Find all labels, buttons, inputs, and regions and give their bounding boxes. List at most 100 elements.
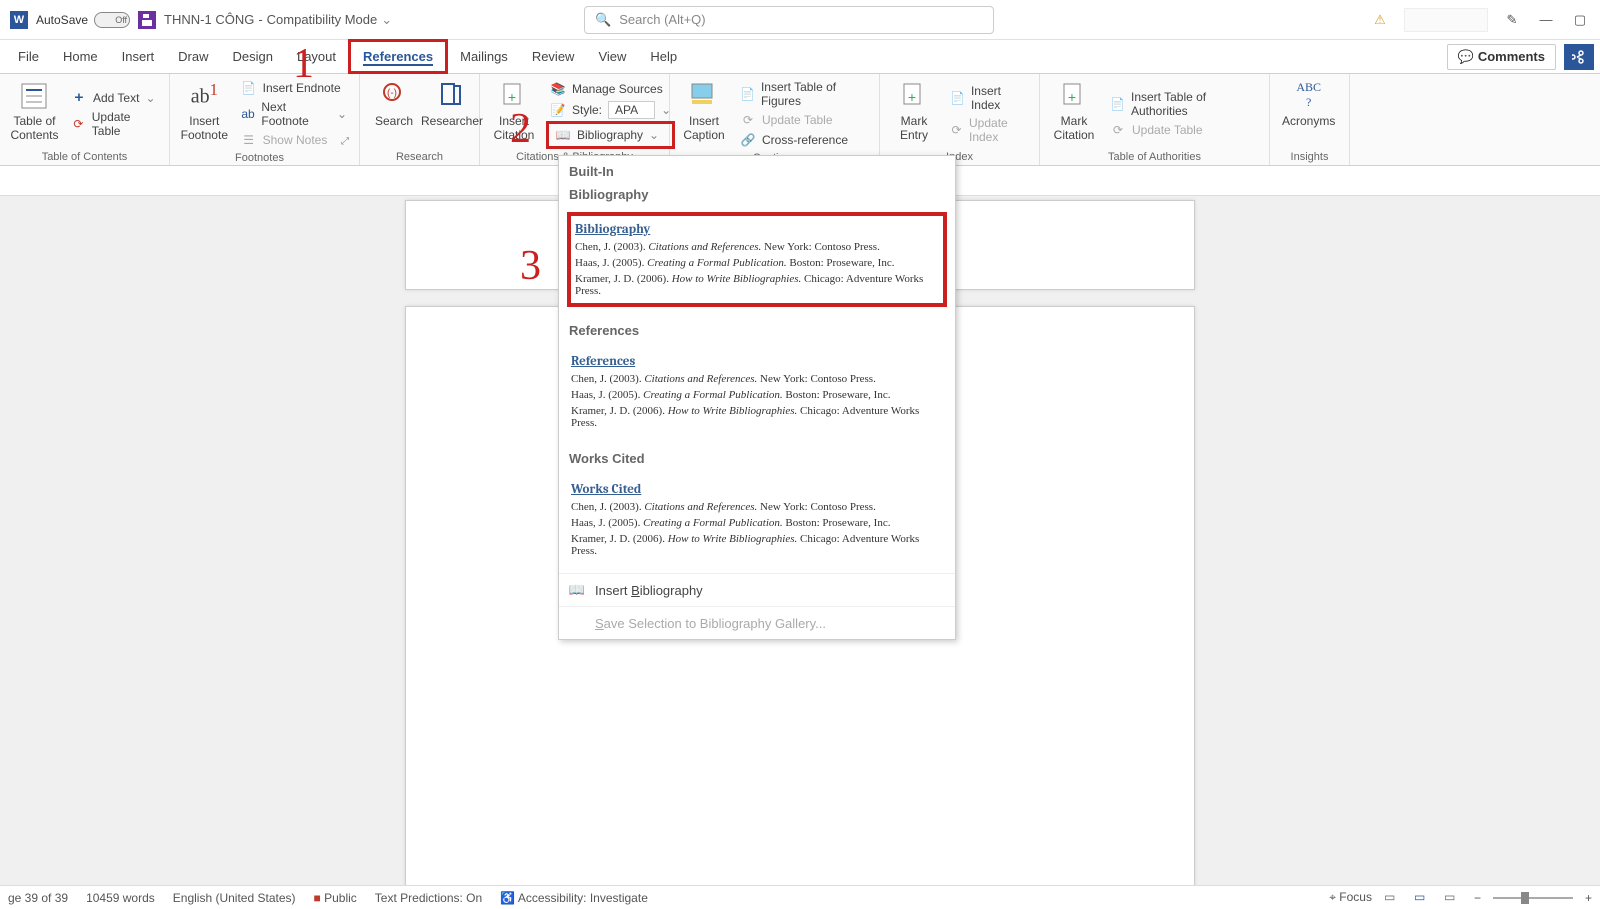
zoom-out-button[interactable]: − xyxy=(1474,891,1481,905)
web-layout-icon[interactable]: ▭ xyxy=(1444,890,1462,906)
update-table-toc-button[interactable]: ⟳ Update Table xyxy=(67,108,161,140)
group-footnotes: ab1 Insert Footnote 📄 Insert Endnote ab … xyxy=(170,74,360,165)
acronyms-icon: ABC? xyxy=(1293,80,1325,112)
search-box[interactable]: 🔍 Search (Alt+Q) xyxy=(584,6,994,34)
insert-bibliography-menu-item[interactable]: 📖 Insert Bibliography xyxy=(559,573,955,606)
group-captions: Insert Caption 📄 Insert Table of Figures… xyxy=(670,74,880,165)
tab-file[interactable]: File xyxy=(6,42,51,71)
mark-citation-icon: + xyxy=(1058,80,1090,112)
annotation-2: 2 xyxy=(510,105,531,153)
table-of-contents-button[interactable]: Table of Contents xyxy=(8,78,61,149)
focus-button[interactable]: ⌖ Focus xyxy=(1329,890,1372,905)
autosave-label: AutoSave xyxy=(36,13,88,27)
update-icon: ⟳ xyxy=(950,122,963,138)
caption-icon xyxy=(688,80,720,112)
tab-design[interactable]: Design xyxy=(221,42,285,71)
tab-insert[interactable]: Insert xyxy=(110,42,167,71)
update-index-button: ⟳ Update Index xyxy=(946,114,1031,146)
share-button[interactable] xyxy=(1564,44,1594,70)
group-toc: Table of Contents 🞥 Add Text ⌄ ⟳ Update … xyxy=(0,74,170,165)
gallery-item-workscited[interactable]: Works Cited Chen, J. (2003). Citations a… xyxy=(567,476,947,563)
tof-icon: 📄 xyxy=(740,86,755,102)
next-footnote-button[interactable]: ab Next Footnote ⌄ xyxy=(237,98,351,130)
restore-button[interactable]: ▢ xyxy=(1570,10,1590,30)
style-dropdown[interactable]: 📝 Style: APA ⌄ xyxy=(546,99,675,121)
update-icon: ⟳ xyxy=(71,116,86,132)
acronyms-button[interactable]: ABC? Acronyms xyxy=(1278,78,1339,149)
svg-text:(-): (-) xyxy=(387,88,397,99)
tab-draw[interactable]: Draw xyxy=(166,42,220,71)
search-button[interactable]: (-) Search xyxy=(368,78,420,149)
add-text-icon: 🞥 xyxy=(71,90,87,106)
gallery-item-references[interactable]: References Chen, J. (2003). Citations an… xyxy=(567,348,947,435)
read-mode-icon[interactable]: ▭ xyxy=(1384,890,1402,906)
group-toa: + Mark Citation 📄 Insert Table of Author… xyxy=(1040,74,1270,165)
user-account[interactable] xyxy=(1404,8,1488,32)
tab-review[interactable]: Review xyxy=(520,42,587,71)
toc-icon xyxy=(18,80,50,112)
tab-help[interactable]: Help xyxy=(638,42,689,71)
statusbar: ge 39 of 39 10459 words English (United … xyxy=(0,885,1600,909)
autosave-toggle[interactable]: AutoSave Off xyxy=(36,12,130,28)
mark-entry-icon: + xyxy=(898,80,930,112)
svg-text:+: + xyxy=(908,89,916,105)
insert-footnote-button[interactable]: ab1 Insert Footnote xyxy=(178,78,231,150)
print-layout-icon[interactable]: ▭ xyxy=(1414,890,1432,906)
update-icon: ⟳ xyxy=(1110,122,1126,138)
update-toa-button: ⟳ Update Table xyxy=(1106,120,1261,140)
cross-reference-button[interactable]: 🔗 Cross-reference xyxy=(736,130,871,150)
chevron-down-icon: ⌄ xyxy=(649,128,659,142)
zoom-slider[interactable] xyxy=(1493,897,1573,899)
mark-citation-button[interactable]: + Mark Citation xyxy=(1048,78,1100,149)
index-icon: 📄 xyxy=(950,90,965,106)
group-insights: ABC? Acronyms Insights xyxy=(1270,74,1350,165)
show-notes-button: ☰ Show Notes xyxy=(237,130,351,150)
next-footnote-icon: ab xyxy=(241,106,256,122)
footnote-icon: ab1 xyxy=(188,80,220,112)
tab-view[interactable]: View xyxy=(586,42,638,71)
tab-mailings[interactable]: Mailings xyxy=(448,42,520,71)
bibliography-gallery: Built-In Bibliography Bibliography Chen,… xyxy=(558,155,956,640)
insert-tof-button[interactable]: 📄 Insert Table of Figures xyxy=(736,78,871,110)
pen-icon[interactable]: ✎ xyxy=(1502,10,1522,30)
chevron-down-icon: ⌄ xyxy=(145,91,155,105)
ribbon: Table of Contents 🞥 Add Text ⌄ ⟳ Update … xyxy=(0,74,1600,166)
ribbon-tabs: File Home Insert Draw Design Layout Refe… xyxy=(0,40,1600,74)
tab-home[interactable]: Home xyxy=(51,42,110,71)
text-predictions-indicator[interactable]: Text Predictions: On xyxy=(375,891,482,905)
toa-icon: 📄 xyxy=(1110,96,1125,112)
search-icon: 🔍 xyxy=(595,12,611,28)
chevron-down-icon: ⌄ xyxy=(381,12,392,28)
gallery-item-workscited-label: Works Cited xyxy=(559,445,955,472)
endnote-icon: 📄 xyxy=(241,80,257,96)
bibliography-button[interactable]: 📖 Bibliography ⌄ xyxy=(546,121,675,149)
insert-caption-button[interactable]: Insert Caption xyxy=(678,78,730,150)
book-icon: 📖 xyxy=(569,582,585,598)
mark-entry-button[interactable]: + Mark Entry xyxy=(888,78,940,149)
tab-references[interactable]: References xyxy=(348,39,448,74)
language-indicator[interactable]: English (United States) xyxy=(173,891,296,905)
page-indicator[interactable]: ge 39 of 39 xyxy=(8,891,68,905)
zoom-in-button[interactable]: + xyxy=(1585,891,1592,905)
word-count[interactable]: 10459 words xyxy=(86,891,155,905)
insert-toa-button[interactable]: 📄 Insert Table of Authorities xyxy=(1106,88,1261,120)
save-selection-menu-item: Save Selection to Bibliography Gallery..… xyxy=(559,606,955,639)
sensitivity-label[interactable]: ■ Public xyxy=(314,891,357,905)
show-notes-icon: ☰ xyxy=(241,132,257,148)
gallery-builtin-header: Built-In xyxy=(559,156,955,181)
researcher-button[interactable]: Researcher xyxy=(426,78,478,149)
document-title[interactable]: THNN-1 CÔNG - Compatibility Mode ⌄ xyxy=(164,12,392,28)
add-text-button[interactable]: 🞥 Add Text ⌄ xyxy=(67,88,161,108)
group-index: + Mark Entry 📄 Insert Index ⟳ Update Ind… xyxy=(880,74,1040,165)
footnotes-launcher[interactable]: ⤢ xyxy=(341,136,349,164)
chevron-down-icon: ⌄ xyxy=(337,107,347,121)
minimize-button[interactable]: — xyxy=(1536,10,1556,30)
search-placeholder: Search (Alt+Q) xyxy=(619,12,705,27)
warning-icon[interactable]: ⚠ xyxy=(1370,10,1390,30)
insert-index-button[interactable]: 📄 Insert Index xyxy=(946,82,1031,114)
gallery-item-bibliography[interactable]: Bibliography Chen, J. (2003). Citations … xyxy=(567,212,947,307)
comments-button[interactable]: 💬 Comments xyxy=(1447,44,1556,70)
accessibility-indicator[interactable]: ♿ Accessibility: Investigate xyxy=(500,891,648,905)
save-icon[interactable] xyxy=(138,11,156,29)
manage-sources-button[interactable]: 📚 Manage Sources xyxy=(546,79,675,99)
